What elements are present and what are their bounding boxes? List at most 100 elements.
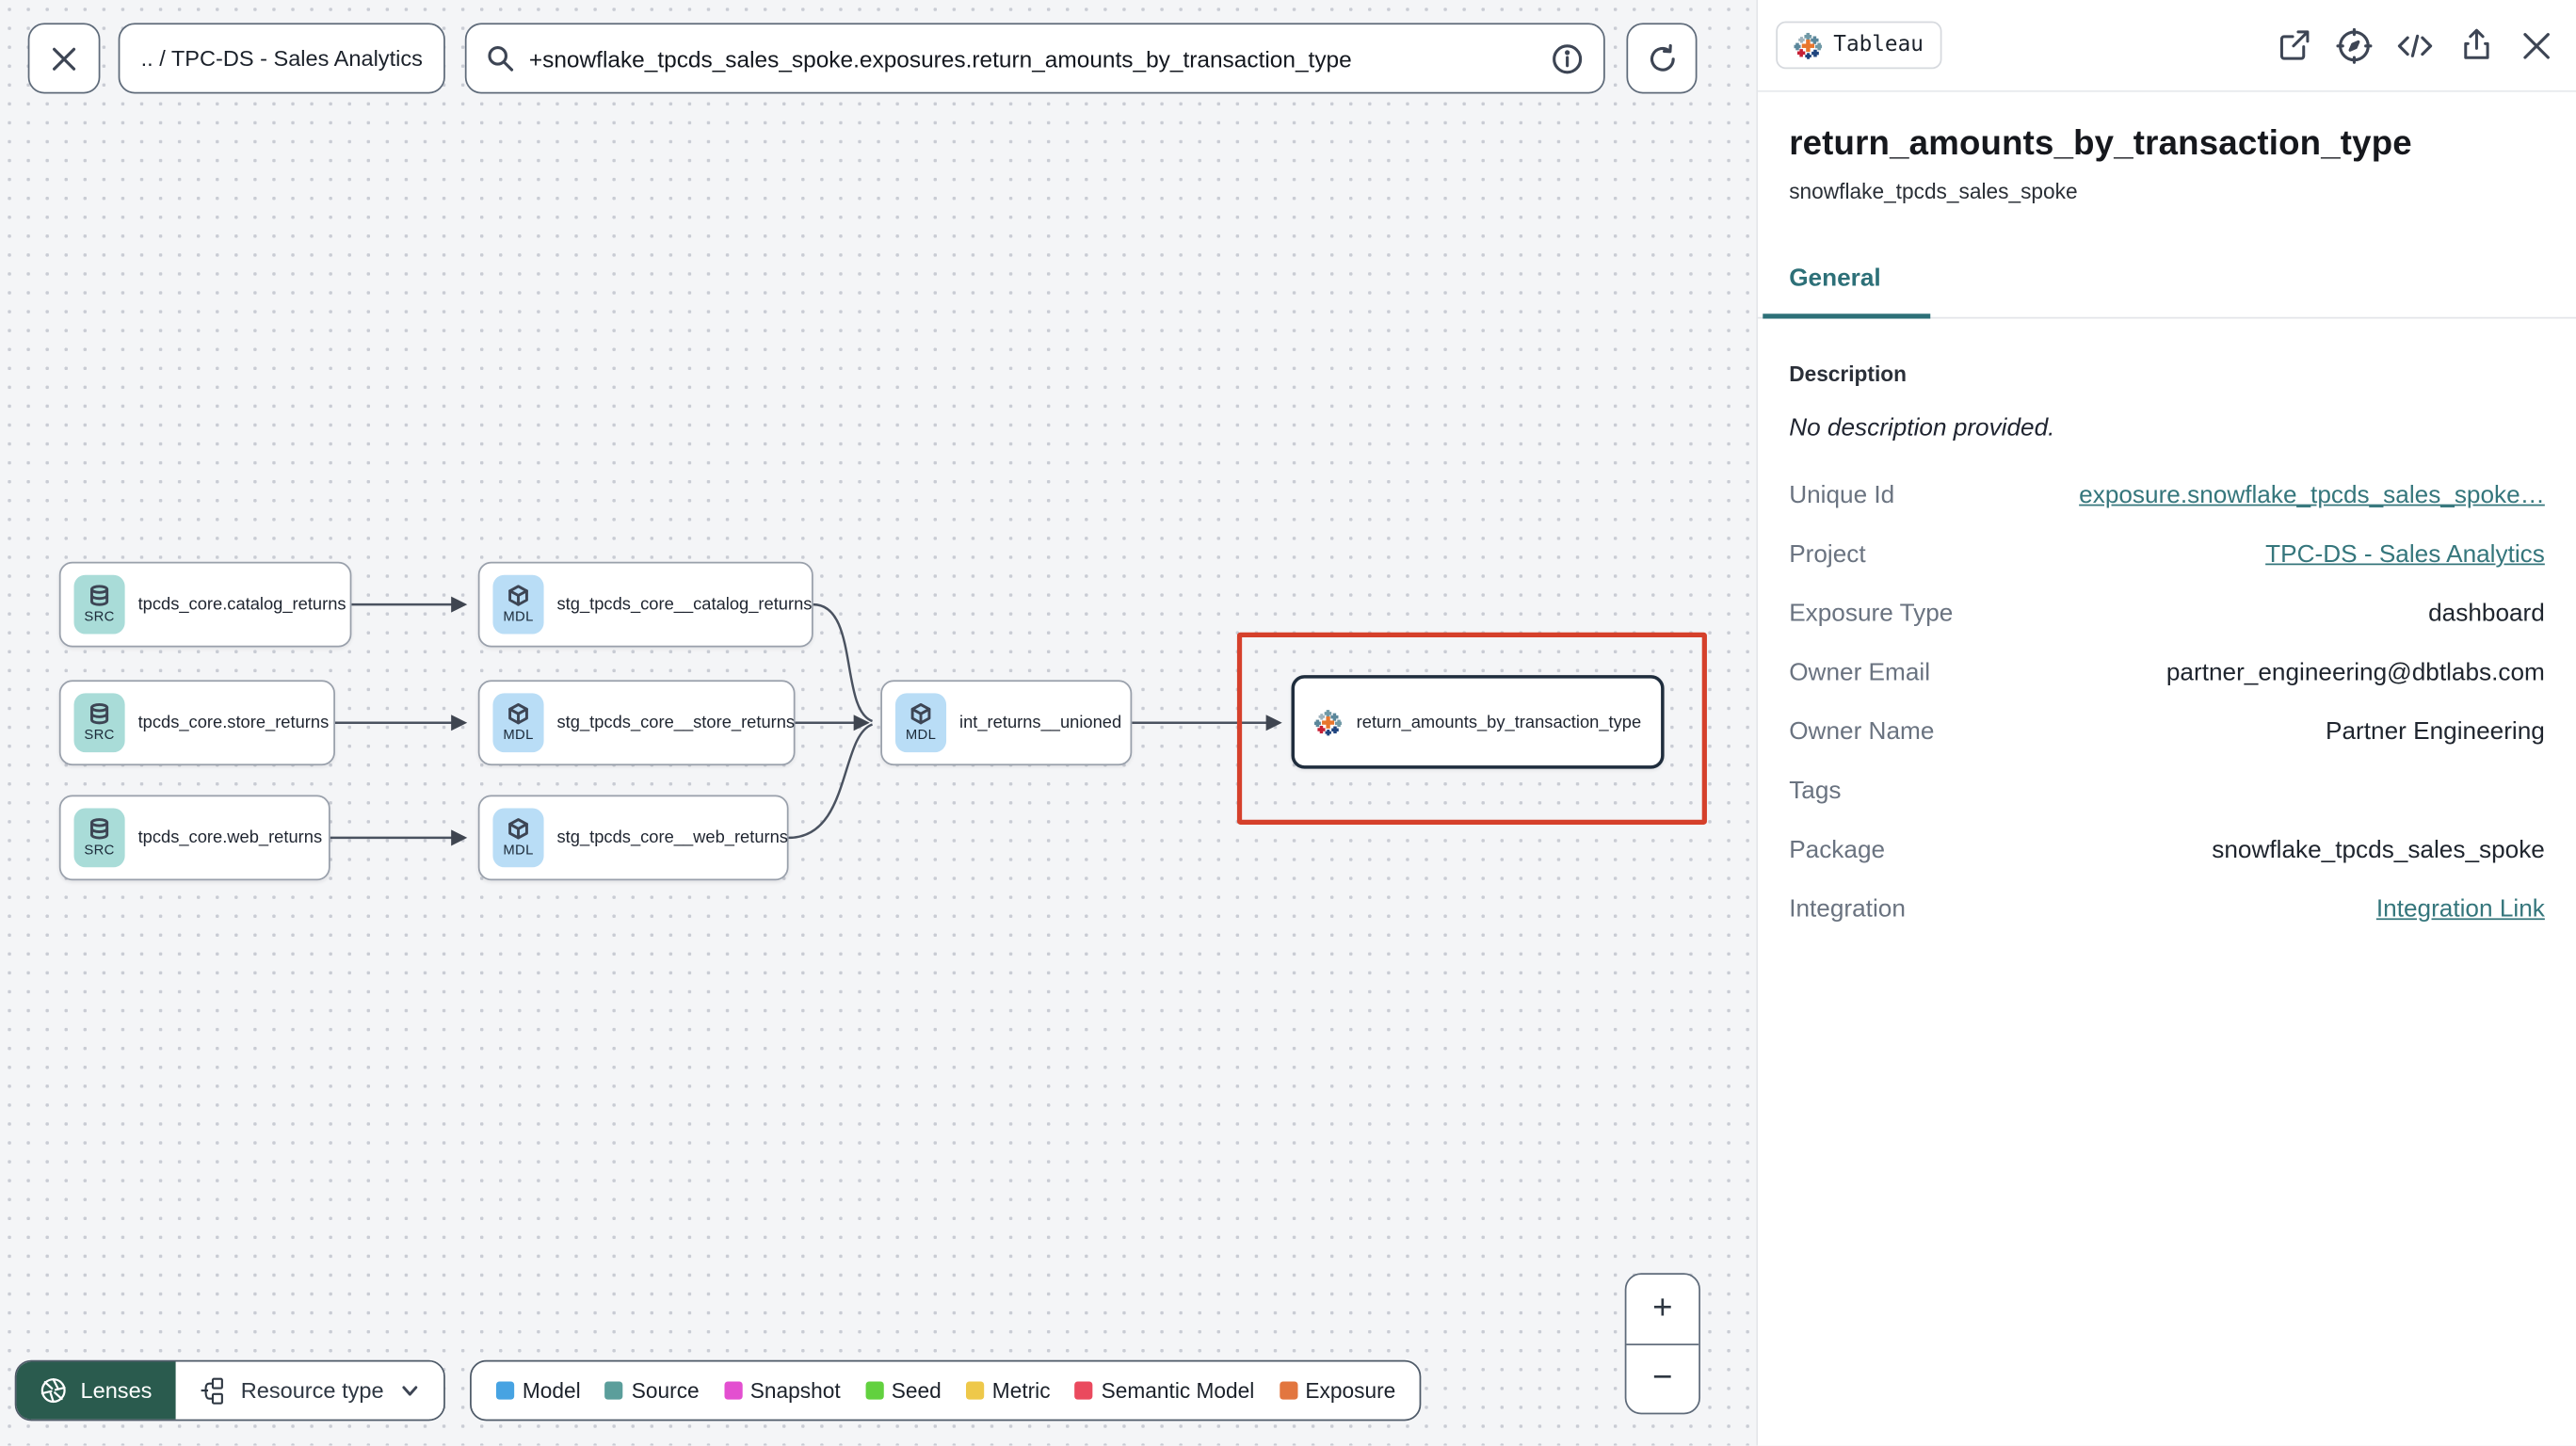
resource-package-subtitle: snowflake_tpcds_sales_spoke	[1789, 179, 2078, 204]
node-label: tpcds_core.store_returns	[137, 713, 330, 733]
field-row: Owner Name Partner Engineering	[1789, 718, 2545, 747]
node-stg-tpcds-core-store-returns[interactable]: MDL stg_tpcds_core__store_returns	[477, 680, 796, 766]
search-input[interactable]: +snowflake_tpcds_sales_spoke.exposures.r…	[464, 23, 1605, 94]
details-panel: Tableau return_amounts_by_transaction_ty…	[1756, 0, 2576, 1446]
resource-type-dropdown[interactable]: Resource type	[174, 1361, 443, 1420]
node-label: tpcds_core.catalog_returns	[137, 594, 346, 615]
chevron-down-icon	[401, 1386, 417, 1396]
cube-icon	[910, 702, 931, 725]
code-button[interactable]	[2397, 27, 2433, 63]
resource-title: return_amounts_by_transaction_type	[1789, 124, 2412, 163]
node-exposure-return-amounts-by-transaction-type[interactable]: return_amounts_by_transaction_type	[1291, 675, 1665, 769]
node-label: int_returns__unioned	[959, 713, 1122, 733]
field-row: Package snowflake_tpcds_sales_spoke	[1789, 836, 2545, 864]
lenses-button[interactable]: Lenses	[16, 1361, 175, 1420]
node-tpcds-core-store-returns[interactable]: SRC tpcds_core.store_returns	[58, 680, 335, 766]
explore-button[interactable]	[2336, 26, 2373, 64]
legend-swatch	[864, 1381, 883, 1400]
model-badge: MDL	[492, 574, 544, 635]
legend-label: Seed	[891, 1377, 942, 1404]
legend-swatch	[1074, 1381, 1093, 1400]
node-label: tpcds_core.web_returns	[137, 827, 323, 848]
field-row: Owner Email partner_engineering@dbtlabs.…	[1789, 659, 2545, 687]
legend-label: Metric	[991, 1377, 1051, 1404]
field-row: Project TPC-DS - Sales Analytics	[1789, 540, 2545, 569]
zoom-in-button[interactable]: +	[1626, 1275, 1699, 1345]
legend-item: Snapshot	[723, 1377, 841, 1404]
tableau-badge[interactable]: Tableau	[1776, 21, 1942, 70]
info-icon[interactable]	[1551, 41, 1584, 74]
database-icon	[90, 702, 109, 725]
aperture-icon	[40, 1378, 66, 1404]
field-value: snowflake_tpcds_sales_spoke	[2212, 836, 2545, 864]
field-value: TPC-DS - Sales Analytics	[2265, 540, 2545, 569]
open-in-new-icon	[2279, 30, 2309, 60]
tableau-logo-icon	[1313, 710, 1342, 736]
node-int-returns-unioned[interactable]: MDL int_returns__unioned	[880, 680, 1133, 766]
lenses-control: Lenses Resource type	[14, 1359, 445, 1422]
legend-label: Model	[522, 1377, 581, 1404]
source-badge: SRC	[73, 693, 125, 753]
close-lineage-button[interactable]	[27, 23, 101, 94]
source-badge: SRC	[73, 808, 125, 868]
lineage-canvas[interactable]: .. / TPC-DS - Sales Analytics +snowflake…	[0, 0, 1757, 1446]
field-value: exposure.snowflake_tpcds_sales_spoke…	[2079, 481, 2545, 509]
model-badge: MDL	[492, 693, 544, 753]
legend-swatch	[495, 1381, 515, 1400]
field-row: Integration Integration Link	[1789, 895, 2545, 924]
field-value: dashboard	[2428, 599, 2545, 628]
explore-icon	[2336, 26, 2373, 64]
legend-swatch	[604, 1381, 624, 1400]
tableau-logo-icon	[1794, 32, 1823, 59]
details-panel-body: return_amounts_by_transaction_type snowf…	[1758, 125, 2576, 924]
legend-label: Exposure	[1305, 1377, 1396, 1404]
field-label: Package	[1789, 836, 1886, 864]
share-icon	[2463, 28, 2488, 59]
breadcrumb-label: .. / TPC-DS - Sales Analytics	[140, 45, 423, 72]
field-value: Partner Engineering	[2326, 717, 2545, 747]
field-label: Tags	[1789, 777, 1842, 806]
field-label: Owner Name	[1789, 717, 1935, 747]
legend-label: Semantic Model	[1101, 1377, 1255, 1404]
refresh-icon	[1650, 43, 1674, 71]
resource-legend: Model Source Snapshot Seed Metric Semant…	[470, 1359, 1423, 1422]
close-icon	[2523, 32, 2550, 58]
field-value: Integration Link	[2375, 894, 2545, 924]
node-label: return_amounts_by_transaction_type	[1356, 712, 1642, 732]
field-label: Project	[1789, 540, 1866, 569]
details-panel-header: Tableau	[1758, 0, 2576, 92]
legend-item: Metric	[965, 1377, 1051, 1404]
details-fields: Unique Id exposure.snowflake_tpcds_sales…	[1789, 481, 2545, 923]
zoom-out-button[interactable]: −	[1626, 1344, 1699, 1412]
node-label: stg_tpcds_core__web_returns	[556, 827, 788, 848]
legend-label: Source	[631, 1377, 700, 1404]
cube-icon	[508, 818, 528, 840]
database-icon	[90, 585, 109, 606]
node-label: stg_tpcds_core__store_returns	[556, 713, 796, 733]
cube-icon	[508, 702, 528, 725]
resource-type-label: Resource type	[240, 1377, 384, 1404]
legend-label: Snapshot	[749, 1377, 841, 1404]
legend-swatch	[965, 1381, 985, 1400]
breadcrumb[interactable]: .. / TPC-DS - Sales Analytics	[118, 23, 445, 94]
legend-item: Semantic Model	[1074, 1377, 1255, 1404]
node-stg-tpcds-core-web-returns[interactable]: MDL stg_tpcds_core__web_returns	[477, 795, 789, 881]
field-label: Exposure Type	[1789, 599, 1954, 628]
description-label: Description	[1789, 361, 1907, 387]
share-button[interactable]	[2457, 27, 2493, 63]
model-badge: MDL	[492, 808, 544, 868]
legend-item: Seed	[864, 1377, 942, 1404]
field-row: Unique Id exposure.snowflake_tpcds_sales…	[1789, 481, 2545, 509]
node-tpcds-core-catalog-returns[interactable]: SRC tpcds_core.catalog_returns	[58, 561, 352, 648]
node-tpcds-core-web-returns[interactable]: SRC tpcds_core.web_returns	[58, 795, 330, 881]
field-row: Exposure Type dashboard	[1789, 600, 2545, 628]
search-value: +snowflake_tpcds_sales_spoke.exposures.r…	[528, 44, 1352, 72]
tab-general[interactable]: General	[1763, 265, 1931, 319]
close-panel-button[interactable]	[2519, 27, 2554, 63]
field-value: partner_engineering@dbtlabs.com	[2165, 658, 2545, 687]
open-in-new-button[interactable]	[2276, 27, 2311, 63]
zoom-controls: + −	[1624, 1273, 1700, 1415]
refresh-button[interactable]	[1626, 23, 1698, 94]
lenses-label: Lenses	[80, 1377, 153, 1404]
node-stg-tpcds-core-catalog-returns[interactable]: MDL stg_tpcds_core__catalog_returns	[477, 561, 813, 648]
